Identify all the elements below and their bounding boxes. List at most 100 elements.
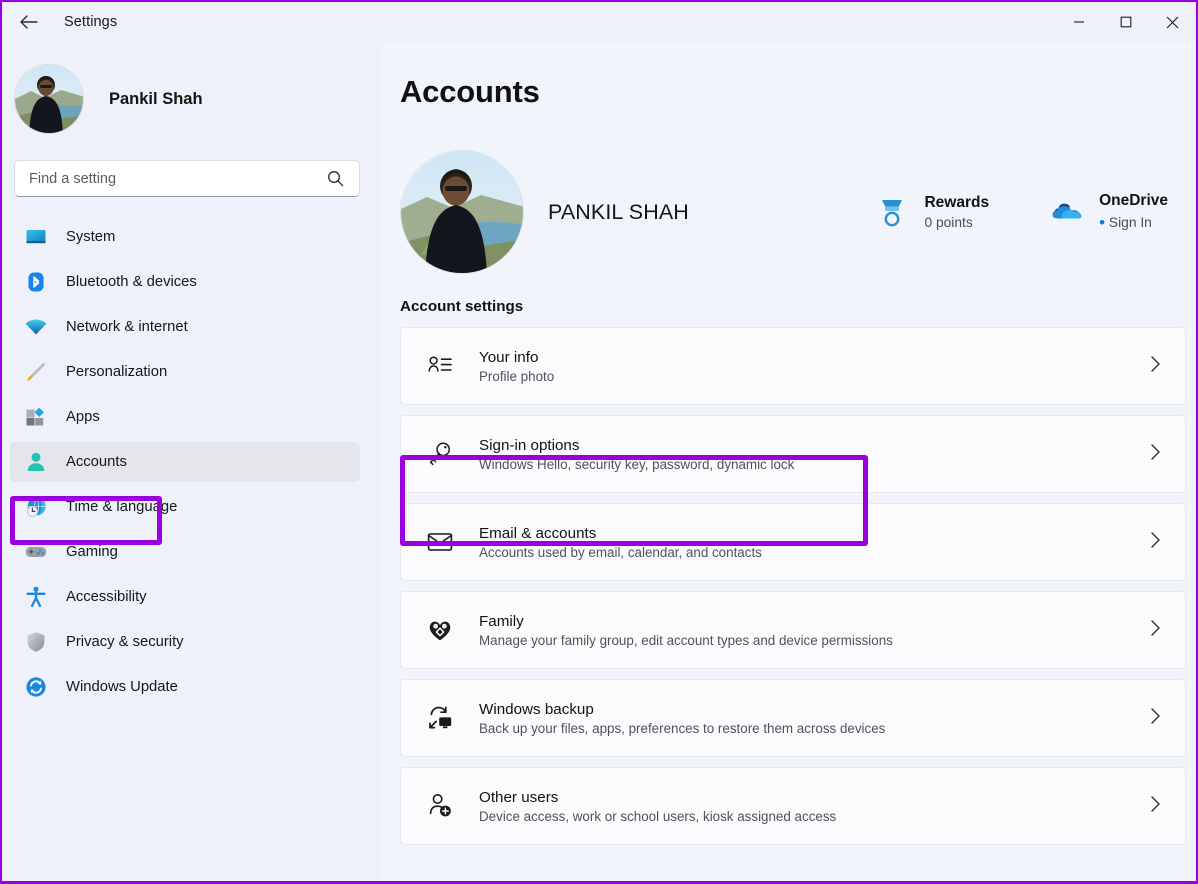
- sidebar: Pankil Shah: [2, 42, 382, 883]
- section-title: Account settings: [400, 298, 1196, 315]
- account-name: PANKIL SHAH: [548, 200, 689, 225]
- sidebar-item-label: Bluetooth & devices: [66, 274, 197, 290]
- close-button[interactable]: [1149, 2, 1196, 42]
- onedrive-subtitle: • Sign In: [1099, 213, 1168, 233]
- card-subtitle: Profile photo: [479, 369, 1150, 384]
- sidebar-item-bluetooth-devices[interactable]: Bluetooth & devices: [10, 262, 360, 302]
- card-title: Sign-in options: [479, 437, 1150, 454]
- card-title: Windows backup: [479, 701, 1150, 718]
- wifi-icon: [23, 314, 49, 340]
- close-icon: [1166, 16, 1179, 29]
- card-subtitle: Windows Hello, security key, password, d…: [479, 457, 1150, 472]
- header-widgets: Rewards 0 points OneDrive • Si: [874, 192, 1168, 233]
- search-box[interactable]: [14, 160, 360, 197]
- chevron-right-icon: [1150, 355, 1161, 378]
- main-content: Accounts: [382, 42, 1196, 883]
- envelope-icon: [423, 525, 457, 559]
- sidebar-item-personalization[interactable]: Personalization: [10, 352, 360, 392]
- card-subtitle: Device access, work or school users, kio…: [479, 809, 1150, 824]
- backup-icon: [423, 701, 457, 735]
- profile-name: Pankil Shah: [109, 90, 203, 109]
- card-title: Your info: [479, 349, 1150, 366]
- person-details-icon: [423, 349, 457, 383]
- card-title: Family: [479, 613, 1150, 630]
- user-avatar-photo: [15, 65, 84, 134]
- avatar: [14, 64, 84, 134]
- sidebar-item-privacy-security[interactable]: Privacy & security: [10, 622, 360, 662]
- title-bar: Settings: [2, 2, 1196, 42]
- user-avatar-photo-large: [401, 151, 524, 274]
- onedrive-title: OneDrive: [1099, 192, 1168, 210]
- chevron-right-icon: [1150, 795, 1161, 818]
- monitor-icon: [23, 224, 49, 250]
- rewards-title: Rewards: [924, 194, 989, 212]
- sidebar-item-label: Apps: [66, 409, 100, 425]
- shield-icon: [23, 629, 49, 655]
- maximize-icon: [1120, 16, 1132, 28]
- family-heart-icon: [423, 613, 457, 647]
- sidebar-item-label: Gaming: [66, 544, 118, 560]
- rewards-medal-icon: [874, 194, 910, 230]
- sidebar-item-label: Time & language: [66, 499, 177, 515]
- account-avatar: [400, 150, 524, 274]
- bluetooth-icon: [23, 269, 49, 295]
- card-other-users[interactable]: Other users Device access, work or schoo…: [400, 767, 1186, 845]
- search-icon: [327, 170, 344, 192]
- person-icon: [23, 449, 49, 475]
- app-title: Settings: [64, 14, 117, 30]
- onedrive-widget[interactable]: OneDrive • Sign In: [1049, 192, 1168, 233]
- update-refresh-icon: [23, 674, 49, 700]
- card-your-info[interactable]: Your info Profile photo: [400, 327, 1186, 405]
- rewards-widget[interactable]: Rewards 0 points: [874, 194, 989, 230]
- card-email-accounts[interactable]: Email & accounts Accounts used by email,…: [400, 503, 1186, 581]
- account-header: PANKIL SHAH Rewards 0 points: [400, 146, 1196, 278]
- window-controls: [1055, 2, 1196, 42]
- status-dot: •: [1099, 213, 1105, 232]
- card-subtitle: Accounts used by email, calendar, and co…: [479, 545, 1150, 560]
- settings-card-list: Your info Profile photo: [400, 327, 1186, 845]
- back-arrow-icon: [19, 14, 39, 30]
- sidebar-item-label: Personalization: [66, 364, 167, 380]
- card-title: Other users: [479, 789, 1150, 806]
- paintbrush-icon: [23, 359, 49, 385]
- clock-globe-icon: [23, 494, 49, 520]
- card-title: Email & accounts: [479, 525, 1150, 542]
- sidebar-nav: System Bluetooth & devices: [2, 217, 382, 707]
- rewards-subtitle: 0 points: [924, 215, 989, 230]
- card-windows-backup[interactable]: Windows backup Back up your files, apps,…: [400, 679, 1186, 757]
- sidebar-item-network-internet[interactable]: Network & internet: [10, 307, 360, 347]
- settings-window: Settings: [0, 0, 1198, 884]
- sidebar-item-label: Privacy & security: [66, 634, 184, 650]
- sidebar-item-gaming[interactable]: Gaming: [10, 532, 360, 572]
- search-input[interactable]: [15, 171, 305, 187]
- gamepad-icon: [23, 539, 49, 565]
- sidebar-item-time-language[interactable]: Time & language: [10, 487, 360, 527]
- chevron-right-icon: [1150, 531, 1161, 554]
- onedrive-cloud-icon: [1049, 194, 1085, 230]
- card-subtitle: Manage your family group, edit account t…: [479, 633, 1150, 648]
- sidebar-profile[interactable]: Pankil Shah: [2, 64, 382, 134]
- sidebar-item-apps[interactable]: Apps: [10, 397, 360, 437]
- card-subtitle: Back up your files, apps, preferences to…: [479, 721, 1150, 736]
- page-title: Accounts: [400, 74, 1196, 110]
- maximize-button[interactable]: [1102, 2, 1149, 42]
- minimize-icon: [1073, 16, 1085, 28]
- chevron-right-icon: [1150, 619, 1161, 642]
- apps-icon: [23, 404, 49, 430]
- back-button[interactable]: [8, 5, 50, 39]
- add-user-icon: [423, 789, 457, 823]
- card-sign-in-options[interactable]: Sign-in options Windows Hello, security …: [400, 415, 1186, 493]
- sidebar-item-label: Accounts: [66, 454, 127, 470]
- minimize-button[interactable]: [1055, 2, 1102, 42]
- chevron-right-icon: [1150, 707, 1161, 730]
- sidebar-item-label: Network & internet: [66, 319, 188, 335]
- sidebar-item-label: Windows Update: [66, 679, 178, 695]
- sidebar-item-accessibility[interactable]: Accessibility: [10, 577, 360, 617]
- sidebar-item-accounts[interactable]: Accounts: [10, 442, 360, 482]
- card-family[interactable]: Family Manage your family group, edit ac…: [400, 591, 1186, 669]
- sidebar-item-system[interactable]: System: [10, 217, 360, 257]
- key-icon: [423, 437, 457, 471]
- sidebar-item-label: System: [66, 229, 115, 245]
- accessibility-person-icon: [23, 584, 49, 610]
- sidebar-item-windows-update[interactable]: Windows Update: [10, 667, 360, 707]
